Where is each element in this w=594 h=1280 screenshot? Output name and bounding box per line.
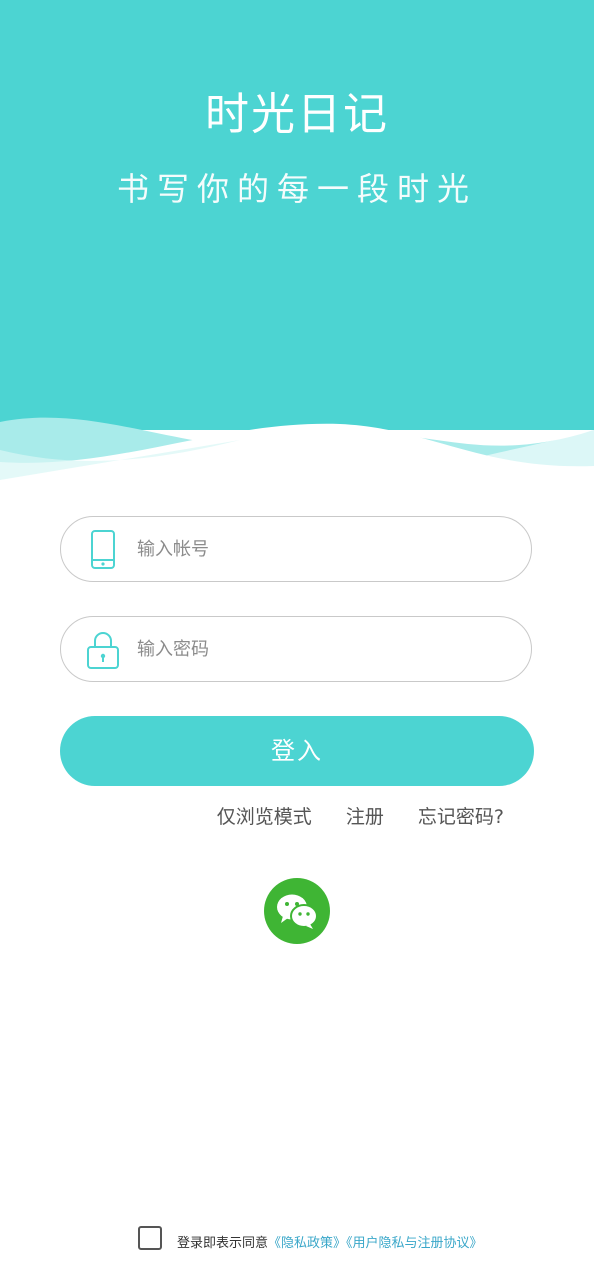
account-input[interactable] bbox=[137, 517, 517, 581]
lock-icon bbox=[87, 632, 119, 669]
password-input[interactable] bbox=[137, 617, 517, 681]
login-button[interactable]: 登入 bbox=[60, 716, 534, 786]
app-title: 时光日记 bbox=[205, 89, 389, 140]
header-banner: 时光日记 书写你的每一段时光 bbox=[0, 0, 594, 480]
app-subtitle: 书写你的每一段时光 bbox=[116, 170, 477, 208]
user-agreement-link[interactable]: 《用户隐私与注册协议》 bbox=[346, 1236, 483, 1251]
agreement-checkbox[interactable] bbox=[138, 1226, 162, 1250]
phone-icon bbox=[91, 530, 115, 569]
register-link[interactable]: 注册 bbox=[346, 802, 384, 829]
agreement-text: 登录即表示同意《隐私政策》《用户隐私与注册协议》 bbox=[177, 1232, 483, 1251]
wave-background bbox=[0, 0, 594, 480]
forgot-password-link[interactable]: 忘记密码? bbox=[418, 802, 504, 829]
auth-links: 仅浏览模式 注册 忘记密码? bbox=[189, 802, 504, 829]
privacy-policy-link[interactable]: 《隐私政策》 bbox=[268, 1236, 346, 1251]
guest-mode-link[interactable]: 仅浏览模式 bbox=[217, 802, 312, 829]
account-field[interactable] bbox=[60, 516, 532, 582]
wechat-icon[interactable] bbox=[264, 878, 330, 944]
password-field[interactable] bbox=[60, 616, 532, 682]
agreement-prefix: 登录即表示同意 bbox=[177, 1236, 269, 1251]
